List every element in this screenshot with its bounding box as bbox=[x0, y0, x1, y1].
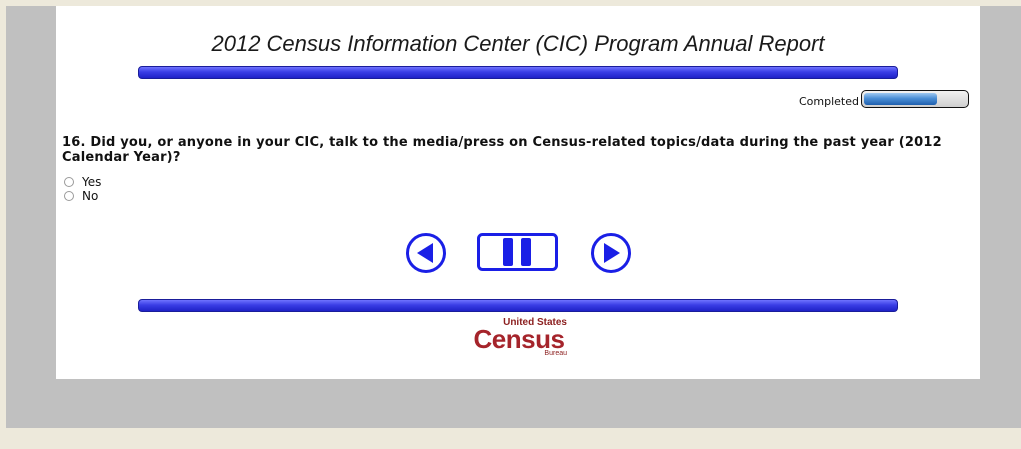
option-yes[interactable]: Yes bbox=[64, 175, 101, 189]
survey-title: 2012 Census Information Center (CIC) Pro… bbox=[211, 31, 825, 56]
logo-main-text: Census bbox=[473, 324, 565, 354]
back-arrow-icon bbox=[406, 233, 446, 273]
progress-track bbox=[861, 90, 969, 108]
radio-no[interactable] bbox=[64, 191, 74, 201]
census-bureau-logo: United States Census Bureau bbox=[465, 318, 573, 358]
question-text: 16. Did you, or anyone in your CIC, talk… bbox=[62, 135, 942, 165]
radio-yes[interactable] bbox=[64, 177, 74, 187]
next-button[interactable] bbox=[590, 232, 632, 278]
progress-indicator: Completed bbox=[799, 90, 969, 108]
progress-fill bbox=[864, 93, 937, 105]
option-no[interactable]: No bbox=[64, 189, 101, 203]
top-divider-bar bbox=[138, 66, 898, 79]
pause-button[interactable] bbox=[477, 233, 558, 275]
back-button[interactable] bbox=[405, 232, 447, 278]
bottom-divider-bar bbox=[138, 299, 898, 312]
next-arrow-icon bbox=[591, 233, 631, 273]
pause-icon bbox=[477, 233, 558, 271]
progress-label: Completed bbox=[799, 95, 859, 108]
answer-options: Yes No bbox=[64, 175, 101, 203]
option-no-label: No bbox=[82, 189, 99, 203]
option-yes-label: Yes bbox=[82, 175, 102, 189]
